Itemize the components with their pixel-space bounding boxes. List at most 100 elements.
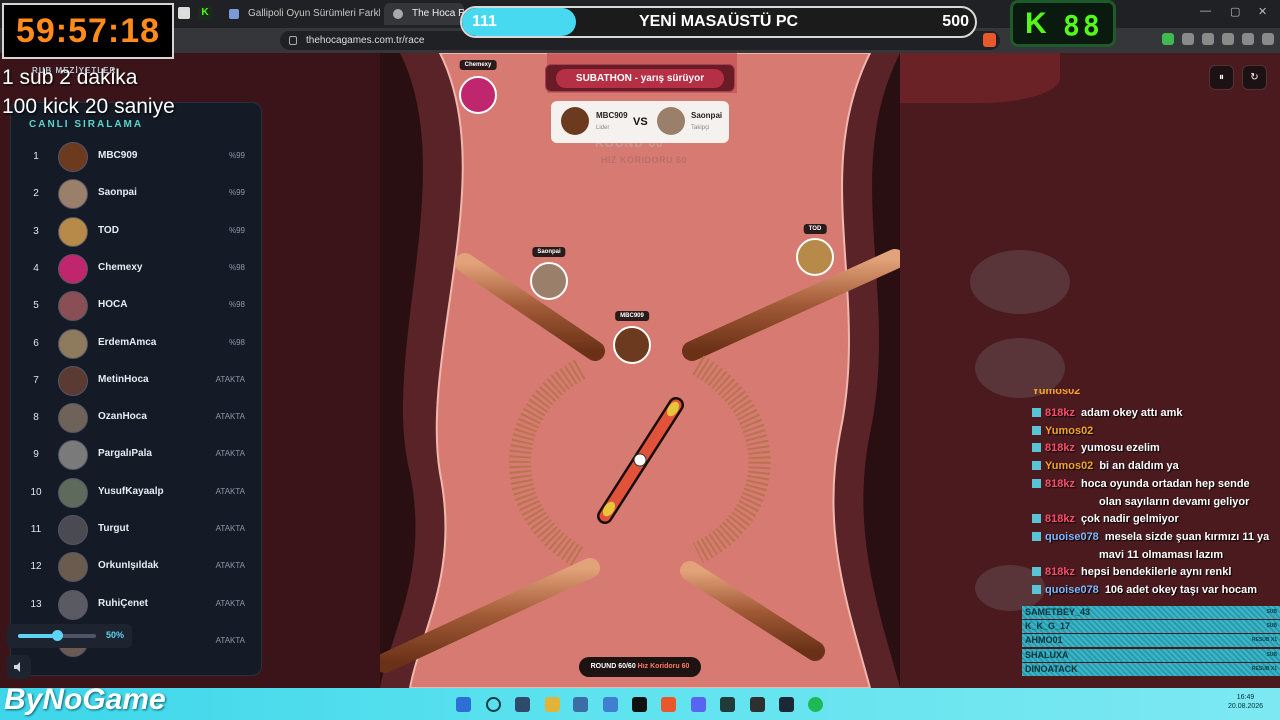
- overlap-header: RUB MEZİYETLER: [32, 66, 117, 75]
- row-rank: 11: [30, 524, 42, 535]
- chat-message: 818kz çok nadir gelmiyor: [1032, 511, 1280, 528]
- leaderboard-row: 3 TOD %99: [11, 214, 261, 250]
- player-tag: Saonpai: [532, 247, 566, 257]
- chat-text: 106 adet okey taşı var hocam: [1104, 584, 1258, 596]
- chat-username: quoise078: [1045, 584, 1099, 596]
- chat-text: çok nadir gelmiyor: [1080, 513, 1179, 526]
- chat-text: hoca oyunda ortadan hep sende: [1080, 477, 1250, 490]
- kick-counter: K 88: [1010, 0, 1116, 47]
- app-icon[interactable]: [603, 697, 618, 712]
- tab-hoca-race[interactable]: The Hoca Race: [384, 3, 464, 25]
- spotify-icon[interactable]: [808, 697, 823, 712]
- player-ball-chemexy: Chemexy: [457, 58, 499, 116]
- vs-label: VS: [633, 116, 648, 128]
- leaderboard-row: 6 ErdemAmca %98: [11, 326, 261, 362]
- app-icon[interactable]: [720, 697, 735, 712]
- search-icon[interactable]: [486, 697, 501, 712]
- clock: 16:49 20.08.2026: [1228, 693, 1263, 711]
- round-mode: Hız Koridoru 60: [637, 663, 690, 670]
- row-rank: 9: [33, 449, 39, 461]
- leaderboard-row: 8 OzanHoca ATAKTA: [11, 400, 261, 436]
- row-name: OrkunIşıldak: [98, 560, 159, 572]
- sub-type: SUB: [1266, 609, 1277, 615]
- volume-value: 50%: [106, 630, 125, 640]
- chat-username: 818kz: [1045, 442, 1075, 455]
- volume-knob[interactable]: [52, 630, 63, 641]
- discord-icon[interactable]: [691, 697, 706, 712]
- leader-name: MBC909: [596, 111, 628, 120]
- chat-message: olan sayıların devamı geliyor: [1099, 494, 1280, 511]
- sub-type: RESUB X1: [1251, 637, 1277, 644]
- kick-count: 88: [1063, 9, 1103, 42]
- row-stat: ATAKTA: [215, 635, 245, 645]
- minimize-icon[interactable]: —: [1200, 5, 1211, 17]
- badge-icon: [1032, 514, 1041, 524]
- chat-message: 818kz yumosu ezelim: [1032, 440, 1280, 457]
- notion-icon[interactable]: [632, 697, 647, 712]
- steam-icon[interactable]: [779, 697, 794, 712]
- row-name: MetinHoca: [98, 373, 149, 385]
- chat-message: 818kz adam okey attı amk: [1032, 405, 1280, 422]
- close-icon[interactable]: ✕: [1258, 5, 1267, 18]
- chat-username: 818kz: [1045, 477, 1075, 490]
- row-rank: 1: [33, 151, 39, 162]
- wallet-icon[interactable]: [1242, 33, 1254, 45]
- avatar: [796, 238, 834, 276]
- stream-timer: 59:57:18: [2, 3, 174, 59]
- tab-favicon-icon: [229, 9, 239, 19]
- player-tag: TOD: [803, 224, 827, 234]
- row-stat: %98: [228, 300, 245, 310]
- start-icon[interactable]: [456, 697, 471, 712]
- sub-name: K_K_G_17: [1025, 621, 1071, 632]
- row-stat: ATAKTA: [215, 524, 245, 533]
- chat-message: 818kz hepsi bendekilerle aynı renkl: [1032, 564, 1280, 581]
- menu-icon[interactable]: [1262, 33, 1274, 45]
- row-name: YusufKayaalp: [98, 485, 164, 497]
- puzzle-icon[interactable]: [1182, 33, 1194, 45]
- leo-icon[interactable]: [1222, 33, 1234, 45]
- file-explorer-icon[interactable]: [545, 697, 560, 712]
- chat-text: mavi 11 olmaması lazım: [1099, 548, 1224, 561]
- subathon-label: SUBATHON - yarış sürüyor: [556, 69, 724, 88]
- spinner-pivot: [633, 453, 647, 467]
- sub-type: SUB: [1266, 651, 1277, 658]
- site-info-icon[interactable]: [289, 36, 297, 45]
- avatar: [58, 142, 88, 172]
- corner-decoration: [900, 53, 1060, 103]
- row-stat: ATAKTA: [215, 598, 245, 608]
- chat-text: olan sayıların devamı geliyor: [1099, 495, 1250, 508]
- avatar: [58, 440, 88, 471]
- goal-title: YENİ MASAÜSTÜ PC: [638, 13, 799, 30]
- row-stat: %99: [228, 151, 245, 160]
- pause-button[interactable]: ⏸: [1209, 65, 1234, 90]
- kick-tab-icon[interactable]: K: [198, 6, 212, 20]
- tab-gallipoli[interactable]: Gallipoli Oyun Sürümleri Farkları - Gi: [220, 3, 380, 25]
- row-stat: ATAKTA: [215, 561, 245, 571]
- avatar: [58, 403, 88, 434]
- row-rank: 2: [33, 188, 39, 200]
- extension-icon[interactable]: [1162, 33, 1174, 45]
- badge-icon: [1032, 461, 1041, 471]
- row-name: OzanHoca: [98, 411, 147, 423]
- restart-button[interactable]: ↻: [1242, 65, 1267, 90]
- round-status: ROUND 60/60 Hız Koridoru 60: [579, 657, 701, 677]
- tab-label: The Hoca Race: [412, 8, 464, 19]
- app-icon[interactable]: [573, 697, 588, 712]
- sub-row: AHMO01 RESUB X1: [1022, 634, 1280, 648]
- leaderboard-row: 2 Saonpai %99: [11, 176, 261, 212]
- leaderboard-row: 10 YusufKayaalp ATAKTA: [11, 475, 261, 511]
- brave-shield-icon[interactable]: [983, 33, 996, 47]
- sub-row: SHALUXA SUB: [1022, 648, 1280, 662]
- obs-icon[interactable]: [750, 697, 765, 712]
- media-icon[interactable]: [1202, 33, 1214, 45]
- row-name: Chemexy: [98, 261, 143, 273]
- clock-date: 20.08.2026: [1228, 703, 1264, 710]
- chat-text: hepsi bendekilerle aynı renkl: [1080, 566, 1232, 579]
- volume-slider[interactable]: [18, 630, 96, 641]
- chat-partial-user: Yumos02: [1032, 389, 1081, 397]
- speaker-button[interactable]: [7, 655, 31, 679]
- maximize-icon[interactable]: ▢: [1230, 5, 1240, 18]
- bookmark-icon[interactable]: [178, 7, 190, 19]
- widgets-icon[interactable]: [515, 697, 530, 712]
- brave-icon[interactable]: [661, 697, 676, 712]
